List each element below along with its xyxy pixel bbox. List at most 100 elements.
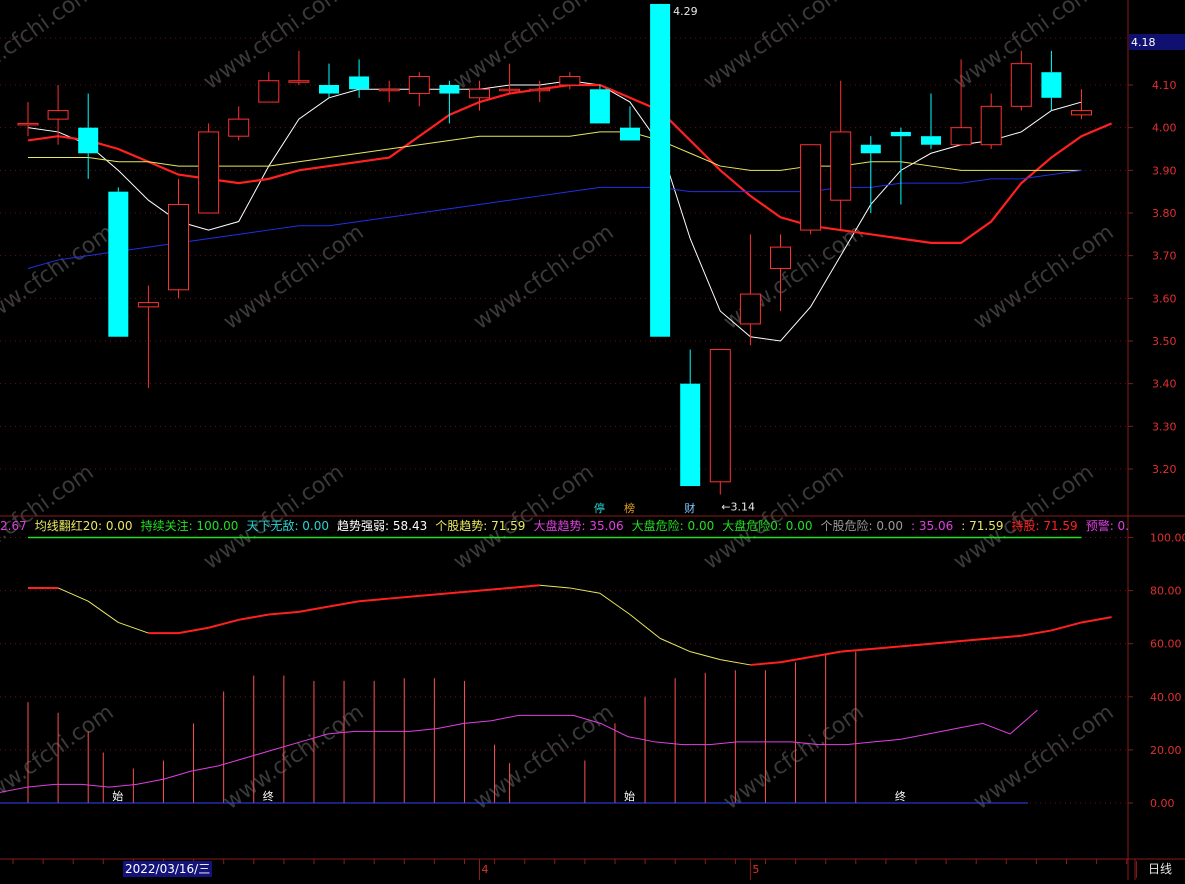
month-label: 5 [752,863,759,876]
candle[interactable] [78,93,99,179]
candle-body [349,76,370,90]
candle[interactable] [17,102,39,137]
signal-label: 始 [112,789,123,803]
watermark-text: www.cfchi.com [469,220,618,335]
indicator-value: 持续关注: 100.00 [140,519,239,533]
candle-layer[interactable] [17,3,1092,495]
moving-average-layer [27,80,1113,342]
chart-canvas[interactable]: www.cfchi.com www.cfchi.com www.cfchi.com w… [0,0,1185,880]
indicator-line-trend-segment [780,655,811,664]
candle-body [78,127,99,154]
indicator-line-trend-segment [328,600,360,608]
indicator-line-trend-segment [690,651,721,661]
indicator-line-trend-segment [449,589,480,595]
candle-body [860,144,881,154]
candle-body [198,131,220,214]
signal-label: 终 [263,789,274,803]
event-marker[interactable]: 榜 [624,501,635,515]
candle[interactable] [378,80,400,103]
indicator-value: 预警: 0.00 [1085,519,1128,533]
indicator-tick-label: 60.00 [1150,638,1182,651]
candle[interactable] [288,50,310,85]
candle[interactable] [168,178,189,299]
period-tab-daily[interactable]: 日线 [1136,861,1183,878]
candle-body [469,88,490,99]
candle[interactable] [921,93,941,149]
watermark-text: www.cfchi.com [719,700,868,815]
indicator-value: 个股趋势: 71.59 [435,519,526,533]
indicator-line-trend-segment [509,584,540,589]
candle[interactable] [800,144,822,235]
price-tick-label: 3.90 [1152,164,1177,177]
candle[interactable] [1041,50,1062,111]
indicator-line-trend-segment [599,592,631,615]
candle[interactable] [228,106,250,141]
watermark-text: www.cfchi.com [0,220,119,335]
indicator-line-trend-segment [991,634,1022,640]
indicator-value: 2.67 [0,519,27,533]
candle-body [137,302,159,308]
moving-average-line [27,83,1113,244]
watermark-text: www.cfchi.com [219,220,368,335]
candle[interactable] [349,59,370,98]
candle[interactable] [439,80,460,124]
candle-body [288,80,310,83]
candle-body [709,349,731,483]
indicator-line-trend-segment [1021,629,1052,637]
indicator-line-trend-segment [178,626,209,635]
event-marker[interactable]: 财 [684,501,695,515]
candle[interactable] [680,349,701,487]
crosshair-date-label: 2022/03/16/三 [123,861,213,877]
indicator-line-trend-segment [238,613,269,621]
indicator-value: 大盘趋势: 35.06 [533,519,624,533]
candle[interactable] [709,349,731,495]
indicator-value: 大盘危险0: 0.00 [722,519,813,533]
indicator-value: : 35.06 [911,519,954,533]
candle-body [378,88,400,92]
candle-body [408,75,430,95]
candle[interactable] [408,72,430,107]
candle[interactable] [589,85,610,124]
candle-body [950,127,972,146]
watermark-text: www.cfchi.com [969,700,1118,815]
indicator-tick-label: 100.00 [1150,532,1185,545]
indicator-line-trend-segment [118,621,149,634]
candle-body [890,131,911,137]
indicator-line-trend-segment [359,597,390,603]
watermark-text: www.cfchi.com [219,700,368,815]
indicator-grid [0,537,1128,804]
candle-body [319,85,339,94]
candle[interactable] [1010,50,1032,111]
indicator-tick-label: 80.00 [1150,585,1182,598]
candle[interactable] [319,63,339,98]
candle[interactable] [258,72,280,103]
candle[interactable] [860,136,881,213]
candle[interactable] [137,285,159,388]
candle-body [980,105,1002,146]
current-price-label: 4.18 [1131,36,1156,49]
candle-body [17,122,39,126]
candle[interactable] [108,187,129,337]
candle[interactable] [650,3,671,337]
candle[interactable] [198,123,220,214]
watermark-text: www.cfchi.com [969,220,1118,335]
indicator-line-trend-segment [298,605,330,613]
indicator-line-trend-segment [419,592,450,597]
high-price-label: 4.29 [673,5,698,18]
price-tick-label: 4.00 [1152,122,1177,135]
price-tick-label: 3.70 [1152,250,1177,263]
candle[interactable] [47,85,69,145]
indicator-value: 趋势强弱: 58.43 [337,519,428,533]
candle-body [168,203,189,291]
month-label: 4 [482,863,489,876]
indicator-line-trend-segment [57,587,89,602]
indicator-line-trend-segment [870,645,901,651]
indicator-line-trend-segment [87,600,119,623]
indicator-line-trend-segment [539,584,570,589]
price-tick-label: 3.50 [1152,335,1177,348]
watermark-layer: www.cfchi.com www.cfchi.com www.cfchi.com w… [0,0,1119,815]
candle[interactable] [980,93,1002,149]
event-marker[interactable]: 停 [594,501,605,515]
candle[interactable] [499,63,521,94]
candle[interactable] [830,80,852,231]
